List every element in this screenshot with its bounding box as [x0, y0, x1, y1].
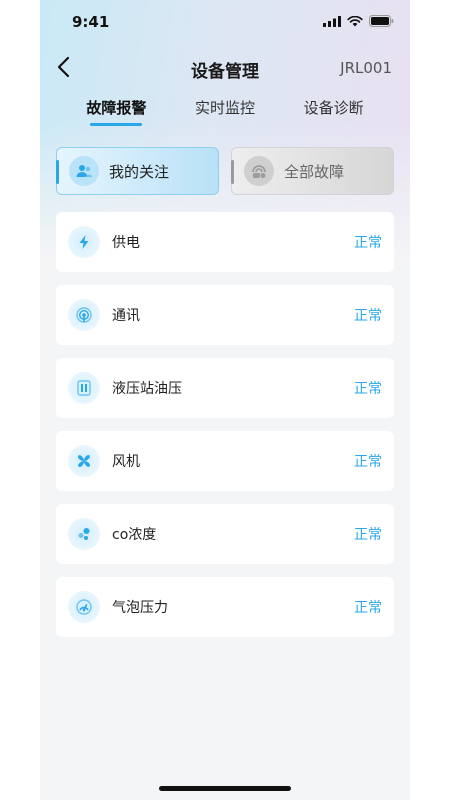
item-label: co浓度: [112, 527, 157, 543]
list-item-communication[interactable]: 通讯 正常: [56, 285, 394, 345]
tab-device-diagnosis[interactable]: 设备诊断: [304, 96, 364, 126]
tab-label: 设备诊断: [303, 99, 364, 117]
fan-icon: [68, 445, 100, 477]
lightning-icon: [68, 226, 100, 258]
fault-all-icon: [244, 156, 274, 186]
hydraulic-icon: [68, 372, 100, 404]
status-badge: 正常: [354, 235, 382, 251]
item-label: 液压站油压: [112, 381, 182, 397]
filter-label: 我的关注: [109, 162, 170, 181]
cellular-signal-icon: [323, 15, 341, 27]
wifi-icon: [347, 15, 363, 26]
tab-label: 实时监控: [194, 99, 255, 117]
device-id-label: JRL001: [340, 59, 392, 77]
status-badge: 正常: [354, 308, 382, 324]
status-icons: [323, 15, 394, 27]
status-time: 9:41: [72, 13, 110, 31]
list-item-fan[interactable]: 风机 正常: [56, 431, 394, 491]
signal-icon: [68, 299, 100, 331]
phone-screen: 9:41 设备管理 JRL001 故障报警 实时监控 设备诊断 我的关注 全部故…: [40, 0, 410, 800]
list-item-power[interactable]: 供电 正常: [56, 212, 394, 272]
item-label: 供电: [112, 235, 140, 251]
battery-icon: [369, 15, 394, 27]
home-indicator[interactable]: [159, 786, 291, 791]
list-item-hydraulic-oil-pressure[interactable]: 液压站油压 正常: [56, 358, 394, 418]
status-badge: 正常: [354, 527, 382, 543]
status-badge: 正常: [354, 600, 382, 616]
gas-icon: [68, 518, 100, 550]
filter-indicator: [56, 160, 59, 184]
filter-indicator: [231, 160, 234, 184]
user-follow-icon: [69, 156, 99, 186]
tab-label: 故障报警: [86, 99, 147, 117]
list-item-bubble-pressure[interactable]: 气泡压力 正常: [56, 577, 394, 637]
tab-realtime-monitor[interactable]: 实时监控: [195, 96, 255, 126]
item-label: 通讯: [112, 308, 140, 324]
filter-label: 全部故障: [284, 162, 345, 181]
list-item-co-concentration[interactable]: co浓度 正常: [56, 504, 394, 564]
tab-fault-alarm[interactable]: 故障报警: [86, 96, 146, 126]
tab-bar: 故障报警 实时监控 设备诊断: [40, 96, 410, 130]
filter-my-follow[interactable]: 我的关注: [56, 147, 219, 195]
filter-group: 我的关注 全部故障: [56, 147, 394, 197]
status-bar: 9:41: [40, 0, 410, 44]
fault-list: 供电 正常 通讯 正常 液压站油压 正常 风机 正常 co浓度 正常 气泡压力 …: [56, 212, 394, 650]
item-label: 气泡压力: [112, 600, 168, 616]
status-badge: 正常: [354, 381, 382, 397]
status-badge: 正常: [354, 454, 382, 470]
filter-all-faults[interactable]: 全部故障: [231, 147, 394, 195]
navigation-bar: 设备管理 JRL001: [40, 48, 410, 88]
item-label: 风机: [112, 454, 140, 470]
active-tab-indicator: [90, 123, 143, 126]
pressure-icon: [68, 591, 100, 623]
